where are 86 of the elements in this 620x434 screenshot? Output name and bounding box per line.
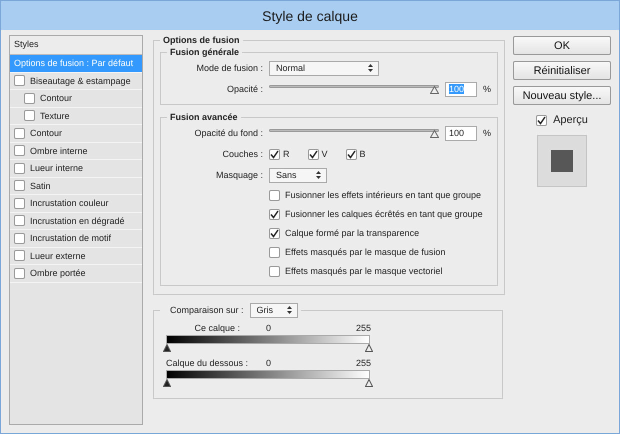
checkbox[interactable] bbox=[346, 148, 357, 160]
checkbox[interactable] bbox=[269, 228, 280, 238]
updown-arrow-icon bbox=[316, 171, 321, 179]
style-list-item[interactable]: Contour bbox=[10, 90, 142, 108]
style-list-item[interactable]: Satin bbox=[10, 178, 142, 195]
checkbox[interactable] bbox=[14, 232, 25, 244]
low-slider-handle[interactable] bbox=[163, 344, 171, 352]
style-list-item[interactable]: Incrustation couleur bbox=[10, 195, 142, 212]
knockout-dropdown[interactable]: Sans bbox=[269, 168, 327, 182]
checkbox[interactable] bbox=[269, 266, 280, 276]
field-label: Masquage : bbox=[214, 170, 263, 180]
ramp-max-value: 255 bbox=[356, 358, 372, 368]
unit-label: % bbox=[483, 84, 492, 94]
style-list-item[interactable]: Incrustation en dégradé bbox=[10, 212, 142, 230]
slider[interactable] bbox=[269, 82, 439, 96]
checkbox[interactable] bbox=[14, 180, 25, 192]
checkbox[interactable] bbox=[14, 162, 25, 174]
window-title: Style de calque bbox=[262, 8, 358, 24]
checkbox[interactable] bbox=[269, 190, 280, 200]
group-title: Options de fusion bbox=[162, 35, 240, 45]
unit-label: % bbox=[483, 128, 492, 138]
checkbox[interactable] bbox=[14, 198, 25, 209]
slider-thumb[interactable] bbox=[430, 130, 439, 138]
style-list-item[interactable]: Lueur externe bbox=[10, 248, 142, 265]
panel-header: Styles bbox=[14, 39, 39, 49]
style-list-item[interactable]: Texture bbox=[10, 108, 142, 125]
dialog-button[interactable]: Nouveau style... bbox=[513, 86, 611, 105]
field-label: Opacité du fond : bbox=[193, 128, 263, 138]
checkbox[interactable] bbox=[308, 148, 318, 160]
field-label: Couches : bbox=[221, 149, 263, 159]
checkmark-icon bbox=[270, 228, 279, 238]
group-title: Fusion générale bbox=[169, 47, 240, 57]
dialog-button[interactable]: OK bbox=[513, 36, 611, 55]
checkbox[interactable] bbox=[536, 114, 548, 126]
checkbox-label: R bbox=[283, 149, 290, 159]
number-field[interactable]: 100 bbox=[445, 126, 477, 140]
dialog-button[interactable]: Réinitialiser bbox=[513, 61, 611, 80]
checkbox[interactable] bbox=[14, 128, 25, 139]
checkbox[interactable] bbox=[269, 246, 280, 258]
group-title: Fusion avancée bbox=[169, 112, 239, 122]
checkbox-label: Aperçu bbox=[553, 114, 588, 126]
field-label: Mode de fusion : bbox=[195, 63, 263, 73]
checkmark-icon bbox=[308, 150, 318, 158]
blend-mode-dropdown[interactable]: Normal bbox=[269, 60, 379, 76]
slider[interactable] bbox=[269, 126, 439, 140]
high-slider-handle[interactable] bbox=[365, 344, 373, 352]
checkbox[interactable] bbox=[269, 148, 280, 160]
checkbox-label: Fusionner les calques écrêtés en tant que groupe bbox=[285, 209, 483, 219]
field-label: Opacité : bbox=[226, 84, 263, 94]
checkmark-icon bbox=[537, 116, 546, 124]
checkbox[interactable] bbox=[14, 250, 25, 262]
ramp-min-value: 0 bbox=[266, 323, 272, 333]
checkbox[interactable] bbox=[14, 145, 25, 156]
field-label: Comparaison sur : bbox=[170, 305, 244, 315]
style-list-item[interactable]: Biseautage & estampage bbox=[10, 72, 142, 90]
updown-arrow-icon bbox=[368, 64, 373, 72]
checkmark-icon bbox=[346, 150, 356, 158]
checkbox-label: Effets masqués par le masque vectoriel bbox=[285, 266, 442, 276]
checkbox[interactable] bbox=[14, 215, 25, 226]
checkbox-label: Effets masqués par le masque de fusion bbox=[285, 247, 446, 257]
checkmark-icon bbox=[270, 150, 279, 158]
checkbox[interactable] bbox=[14, 75, 25, 86]
checkbox-label: V bbox=[322, 149, 328, 159]
high-slider-handle[interactable] bbox=[365, 379, 373, 387]
slider-thumb[interactable] bbox=[430, 86, 439, 94]
style-list-item[interactable]: Lueur interne bbox=[10, 160, 142, 178]
ramp-min-value: 0 bbox=[266, 358, 272, 368]
checkbox[interactable] bbox=[24, 92, 35, 104]
checkbox-label: Fusionner les effets intérieurs en tant que groupe bbox=[285, 190, 481, 200]
ramp-label: Calque du dessous : bbox=[165, 358, 250, 368]
low-slider-handle[interactable] bbox=[163, 379, 171, 387]
blend-if-dropdown[interactable]: Gris bbox=[250, 302, 298, 318]
checkmark-icon bbox=[270, 210, 279, 218]
ramp-label: Ce calque : bbox=[193, 323, 240, 333]
preview-square bbox=[551, 150, 573, 172]
style-list-item[interactable]: Contour bbox=[10, 125, 142, 142]
style-list-item[interactable]: Ombre interne bbox=[10, 142, 142, 160]
ramp-max-value: 255 bbox=[356, 323, 372, 333]
checkbox[interactable] bbox=[269, 208, 280, 220]
checkbox-label: Calque formé par la transparence bbox=[285, 228, 420, 238]
updown-arrow-icon bbox=[286, 306, 292, 314]
style-list-item[interactable]: Ombre portée bbox=[10, 265, 142, 282]
style-list-item[interactable]: Incrustation de motif bbox=[10, 230, 142, 248]
checkbox[interactable] bbox=[24, 110, 35, 122]
checkbox[interactable] bbox=[14, 268, 25, 279]
checkbox-label: B bbox=[360, 149, 366, 159]
